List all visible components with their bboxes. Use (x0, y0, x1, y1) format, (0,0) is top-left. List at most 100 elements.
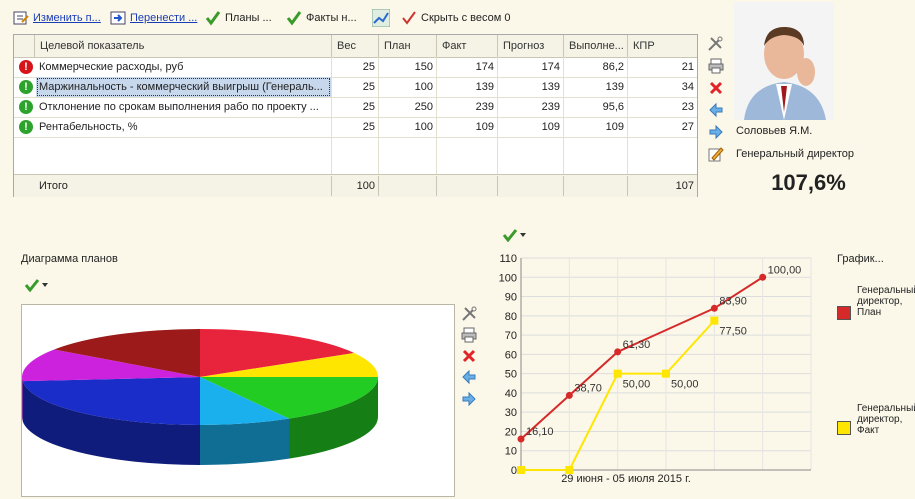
table-row-selected[interactable]: ! Маржинальность - коммерческий выигрыш … (14, 77, 697, 98)
row-done: 109 (605, 121, 624, 133)
settings-tools-icon[interactable] (707, 36, 723, 52)
data-label: 61,30 (623, 339, 651, 351)
pie-chart-menu-button[interactable] (24, 278, 48, 292)
arrow-right-icon[interactable] (708, 124, 724, 140)
row-target: Коммерческие расходы, руб (39, 61, 184, 73)
row-plan: 100 (414, 121, 433, 133)
move-label: Перенести ... (130, 12, 198, 24)
row-plan: 150 (414, 61, 433, 73)
check-icon (24, 279, 40, 292)
row-kpr: 27 (681, 121, 694, 133)
arrow-right-icon[interactable] (461, 391, 477, 407)
edit-plan-button[interactable]: Изменить п... (13, 10, 101, 26)
status-ok-icon: ! (19, 100, 33, 114)
y-tick-label: 0 (511, 465, 517, 477)
row-weight: 25 (362, 121, 375, 133)
row-done: 139 (605, 81, 624, 93)
row-fact: 174 (475, 61, 494, 73)
row-fact: 239 (475, 101, 494, 113)
data-label: 77,50 (719, 326, 747, 338)
footer-weight: 100 (331, 176, 378, 196)
move-button[interactable]: Перенести ... (110, 10, 197, 26)
chart-button[interactable] (372, 9, 394, 27)
data-label: 50,00 (671, 379, 699, 391)
y-tick-label: 110 (499, 253, 517, 265)
row-weight: 25 (362, 61, 375, 73)
filter-check-icon (402, 11, 416, 25)
status-alert-icon: ! (19, 60, 33, 74)
y-tick-label: 50 (505, 369, 517, 381)
footer-total-label: Итого (39, 180, 68, 192)
status-ok-icon: ! (19, 80, 33, 94)
row-fact: 109 (475, 121, 494, 133)
y-tick-label: 60 (505, 349, 517, 361)
check-icon (502, 229, 518, 242)
column-header-fact[interactable]: Факт (436, 35, 497, 57)
y-tick-label: 30 (505, 407, 517, 419)
fact-point (517, 466, 525, 474)
column-header-target[interactable]: Целевой показатель (34, 35, 331, 57)
plan-point (517, 435, 525, 443)
table-row[interactable]: ! Отклонение по срокам выполнения рабо п… (14, 97, 697, 118)
column-header-plan[interactable]: План (378, 35, 436, 57)
manager-photo (734, 2, 834, 120)
column-header-forecast[interactable]: Прогноз (497, 35, 563, 57)
table-row[interactable]: ! Коммерческие расходы, руб 25 150 174 1… (14, 57, 697, 78)
fact-point (613, 369, 622, 378)
status-ok-icon: ! (19, 120, 33, 134)
column-header-done[interactable]: Выполне... (563, 35, 627, 57)
plan-point (759, 273, 767, 281)
row-forecast: 174 (541, 61, 560, 73)
facts-button[interactable]: Факты н... (286, 10, 357, 26)
chevron-down-icon (42, 283, 48, 287)
line-chart-menu-button[interactable] (502, 228, 526, 242)
fact-point (565, 466, 574, 474)
hide-zero-weight-button[interactable]: Скрыть с весом 0 (401, 10, 510, 26)
row-kpr: 21 (681, 61, 694, 73)
row-plan: 100 (414, 81, 433, 93)
table-row[interactable]: ! Рентабельность, % 25 100 109 109 109 2… (14, 117, 697, 138)
legend-label-plan: Генеральный директор, План (857, 285, 915, 318)
move-icon (110, 11, 126, 25)
plan-point (565, 391, 573, 399)
check-icon (205, 11, 221, 26)
row-target: Маржинальность - коммерческий выигрыш (Г… (36, 77, 331, 97)
manager-title: Генеральный директор (736, 148, 854, 160)
manager-name: Соловьев Я.М. (736, 125, 813, 137)
chart-icon (372, 9, 390, 27)
manager-kpi-percent: 107,6% (771, 170, 846, 195)
data-label: 83,90 (719, 295, 747, 307)
y-tick-label: 90 (505, 292, 517, 304)
manager-avatar (734, 2, 834, 120)
fact-point (710, 316, 719, 325)
y-tick-label: 10 (505, 446, 517, 458)
arrow-left-icon[interactable] (461, 369, 477, 385)
delete-icon[interactable] (461, 348, 477, 364)
row-fact: 139 (475, 81, 494, 93)
plan-point (710, 304, 718, 312)
edit-note-icon[interactable] (708, 146, 724, 162)
row-done: 95,6 (602, 101, 624, 113)
column-header-weight[interactable]: Вес (331, 35, 378, 57)
print-icon[interactable] (461, 327, 477, 343)
settings-tools-icon[interactable] (461, 306, 477, 322)
kpi-table[interactable]: Целевой показатель Вес План Факт Прогноз… (13, 34, 698, 197)
line-chart: 0 10 20 30 40 50 60 70 80 90 100 110 29 июня - 05 ию… (499, 253, 812, 485)
edit-plan-label: Изменить п... (33, 12, 101, 24)
data-label: 38,70 (574, 382, 602, 394)
row-forecast: 109 (541, 121, 560, 133)
print-icon[interactable] (708, 58, 724, 74)
column-header-kpr[interactable]: КПР (627, 35, 697, 57)
row-kpr: 34 (681, 81, 694, 93)
row-done: 86,2 (602, 61, 624, 73)
arrow-left-icon[interactable] (708, 102, 724, 118)
plans-button[interactable]: Планы ... (205, 10, 272, 26)
row-plan: 250 (414, 101, 433, 113)
legend-label-fact: Генеральный директор, Факт (857, 403, 915, 436)
table-footer: Итого 100 107 (14, 174, 697, 197)
delete-icon[interactable] (708, 80, 724, 96)
check-icon (286, 11, 302, 26)
y-tick-label: 20 (505, 426, 517, 438)
pie-slice-side-3 (200, 418, 289, 465)
legend-swatch-fact (837, 421, 851, 435)
